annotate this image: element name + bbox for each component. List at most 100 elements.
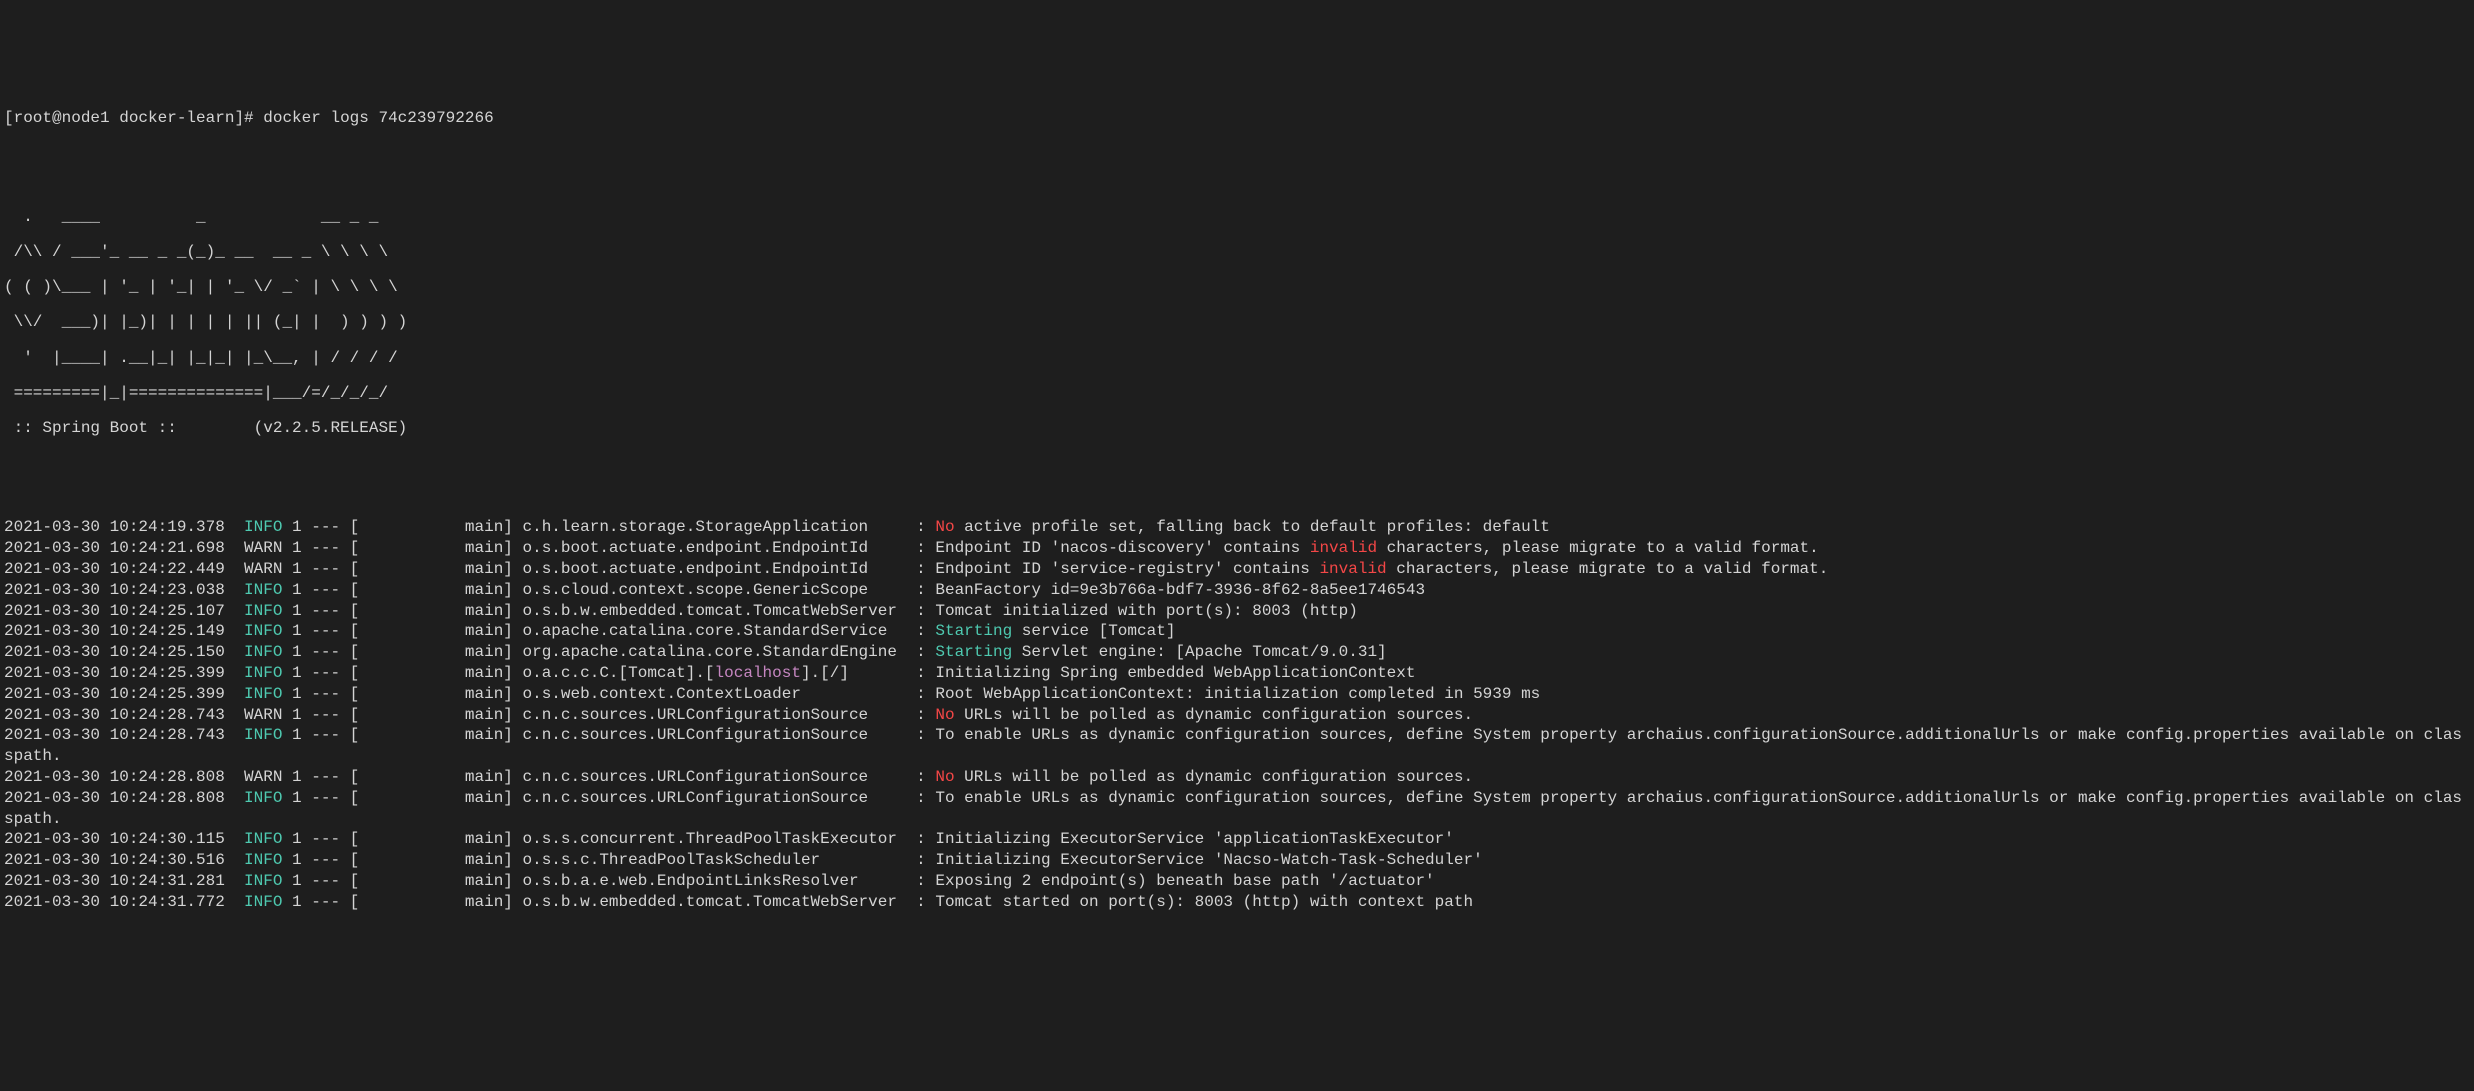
ascii-line-6: =========|_|==============|___/=/_/_/_/	[4, 385, 2470, 403]
log-separator: :	[907, 643, 936, 661]
log-logger: o.a.c.c.C.[Tomcat].[localhost].[/]	[523, 664, 907, 682]
log-message-segment: No	[935, 706, 954, 724]
log-line: 2021-03-30 10:24:28.808 INFO 1 --- [ mai…	[4, 788, 2470, 830]
blank-line	[4, 150, 2470, 171]
log-pid: 1 --- [ main]	[282, 602, 522, 620]
log-logger: o.s.b.w.embedded.tomcat.TomcatWebServer	[523, 893, 907, 911]
log-separator: :	[907, 664, 936, 682]
log-logger: o.s.boot.actuate.endpoint.EndpointId	[523, 539, 907, 557]
log-level: INFO	[244, 789, 282, 807]
spring-ascii-banner: . ____ _ __ _ _ /\\ / ___'_ __ _ _(_)_ _…	[4, 191, 2470, 455]
log-logger: o.s.web.context.ContextLoader	[523, 685, 907, 703]
log-line: 2021-03-30 10:24:30.516 INFO 1 --- [ mai…	[4, 850, 2470, 871]
log-timestamp: 2021-03-30 10:24:21.698	[4, 539, 244, 557]
log-level: INFO	[244, 893, 282, 911]
log-timestamp: 2021-03-30 10:24:25.399	[4, 685, 244, 703]
log-timestamp: 2021-03-30 10:24:22.449	[4, 560, 244, 578]
log-level: INFO	[244, 664, 282, 682]
log-line: 2021-03-30 10:24:25.399 INFO 1 --- [ mai…	[4, 663, 2470, 684]
log-message-segment: URLs will be polled as dynamic configura…	[955, 706, 1473, 724]
log-timestamp: 2021-03-30 10:24:28.743	[4, 726, 244, 744]
log-pid: 1 --- [ main]	[282, 726, 522, 744]
log-level: INFO	[244, 643, 282, 661]
log-message-segment: Endpoint ID 'nacos-discovery' contains	[935, 539, 1309, 557]
terminal-output[interactable]: [root@node1 docker-learn]# docker logs 7…	[4, 87, 2470, 933]
log-logger: c.n.c.sources.URLConfigurationSource	[523, 726, 907, 744]
log-message-segment: invalid	[1319, 560, 1386, 578]
log-pid: 1 --- [ main]	[282, 643, 522, 661]
log-pid: 1 --- [ main]	[282, 685, 522, 703]
log-message-segment: URLs will be polled as dynamic configura…	[955, 768, 1473, 786]
log-pid: 1 --- [ main]	[282, 560, 522, 578]
log-level: WARN	[244, 539, 282, 557]
log-line: 2021-03-30 10:24:21.698 WARN 1 --- [ mai…	[4, 538, 2470, 559]
log-separator: :	[907, 622, 936, 640]
log-separator: :	[907, 768, 936, 786]
log-separator: :	[907, 789, 936, 807]
log-timestamp: 2021-03-30 10:24:23.038	[4, 581, 244, 599]
log-level: WARN	[244, 706, 282, 724]
log-pid: 1 --- [ main]	[282, 706, 522, 724]
log-separator: :	[907, 830, 936, 848]
log-separator: :	[907, 893, 936, 911]
log-separator: :	[907, 539, 936, 557]
log-line: 2021-03-30 10:24:25.399 INFO 1 --- [ mai…	[4, 684, 2470, 705]
log-pid: 1 --- [ main]	[282, 830, 522, 848]
log-level: INFO	[244, 851, 282, 869]
log-pid: 1 --- [ main]	[282, 893, 522, 911]
blank-line	[4, 476, 2470, 497]
log-logger: o.s.s.concurrent.ThreadPoolTaskExecutor	[523, 830, 907, 848]
ascii-line-5: ' |____| .__|_| |_|_| |_\__, | / / / /	[4, 350, 2470, 368]
log-message-segment: Initializing Spring embedded WebApplicat…	[935, 664, 1415, 682]
log-line: 2021-03-30 10:24:25.107 INFO 1 --- [ mai…	[4, 601, 2470, 622]
log-message-segment: Servlet engine: [Apache Tomcat/9.0.31]	[1012, 643, 1386, 661]
command-text: docker logs 74c239792266	[263, 109, 493, 127]
log-timestamp: 2021-03-30 10:24:25.399	[4, 664, 244, 682]
log-line: 2021-03-30 10:24:31.281 INFO 1 --- [ mai…	[4, 871, 2470, 892]
ascii-line-2: /\\ / ___'_ __ _ _(_)_ __ __ _ \ \ \ \	[4, 244, 2470, 262]
log-timestamp: 2021-03-30 10:24:30.516	[4, 851, 244, 869]
log-line: 2021-03-30 10:24:31.772 INFO 1 --- [ mai…	[4, 892, 2470, 913]
log-line: 2021-03-30 10:24:19.378 INFO 1 --- [ mai…	[4, 517, 2470, 538]
log-pid: 1 --- [ main]	[282, 851, 522, 869]
ascii-line-4: \\/ ___)| |_)| | | | | || (_| | ) ) ) )	[4, 314, 2470, 332]
log-line: 2021-03-30 10:24:25.149 INFO 1 --- [ mai…	[4, 621, 2470, 642]
log-logger: o.s.boot.actuate.endpoint.EndpointId	[523, 560, 907, 578]
log-level: INFO	[244, 518, 282, 536]
log-message-segment: No	[935, 518, 954, 536]
log-level: INFO	[244, 581, 282, 599]
log-timestamp: 2021-03-30 10:24:28.808	[4, 768, 244, 786]
log-pid: 1 --- [ main]	[282, 872, 522, 890]
log-logger: o.s.b.w.embedded.tomcat.TomcatWebServer	[523, 602, 907, 620]
log-line: 2021-03-30 10:24:28.808 WARN 1 --- [ mai…	[4, 767, 2470, 788]
log-logger: org.apache.catalina.core.StandardEngine	[523, 643, 907, 661]
log-logger: c.n.c.sources.URLConfigurationSource	[523, 789, 907, 807]
log-separator: :	[907, 706, 936, 724]
log-timestamp: 2021-03-30 10:24:25.149	[4, 622, 244, 640]
log-logger: o.s.s.c.ThreadPoolTaskScheduler	[523, 851, 907, 869]
log-message-segment: Tomcat started on port(s): 8003 (http) w…	[935, 893, 1473, 911]
log-separator: :	[907, 872, 936, 890]
log-level: INFO	[244, 830, 282, 848]
log-line: 2021-03-30 10:24:23.038 INFO 1 --- [ mai…	[4, 580, 2470, 601]
log-level: INFO	[244, 726, 282, 744]
log-separator: :	[907, 602, 936, 620]
log-level: INFO	[244, 602, 282, 620]
log-message-segment: Root WebApplicationContext: initializati…	[935, 685, 1540, 703]
log-separator: :	[907, 581, 936, 599]
log-level: INFO	[244, 685, 282, 703]
log-pid: 1 --- [ main]	[282, 581, 522, 599]
log-message-segment: Exposing 2 endpoint(s) beneath base path…	[935, 872, 1434, 890]
log-separator: :	[907, 726, 936, 744]
log-separator: :	[907, 851, 936, 869]
log-message-segment: BeanFactory id=9e3b766a-bdf7-3936-8f62-8…	[935, 581, 1425, 599]
log-message-segment: active profile set, falling back to defa…	[955, 518, 1550, 536]
log-line: 2021-03-30 10:24:30.115 INFO 1 --- [ mai…	[4, 829, 2470, 850]
log-level: WARN	[244, 768, 282, 786]
log-logger: o.s.b.a.e.web.EndpointLinksResolver	[523, 872, 907, 890]
ascii-line-1: . ____ _ __ _ _	[4, 209, 2470, 227]
log-timestamp: 2021-03-30 10:24:19.378	[4, 518, 244, 536]
log-output: 2021-03-30 10:24:19.378 INFO 1 --- [ mai…	[4, 517, 2470, 912]
log-logger: o.apache.catalina.core.StandardService	[523, 622, 907, 640]
log-pid: 1 --- [ main]	[282, 789, 522, 807]
